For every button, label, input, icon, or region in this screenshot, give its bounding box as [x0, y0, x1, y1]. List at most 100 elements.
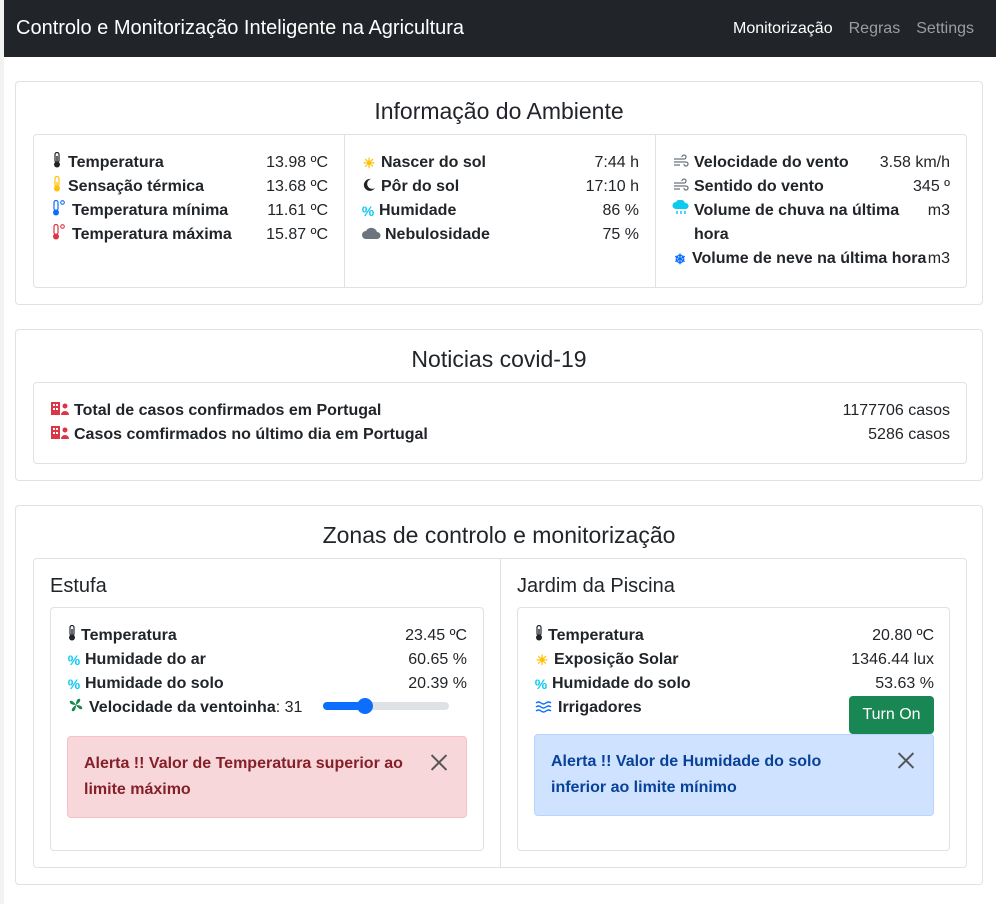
jardim-value-temperature: 20.80 ºC — [872, 627, 934, 644]
nav-settings[interactable]: Settings — [916, 20, 974, 38]
nav-regras[interactable]: Regras — [849, 20, 901, 38]
thermometer-low-icon — [50, 199, 68, 223]
environment-column-sky: ☀ Nascer do sol 7:44 h Pôr do sol 17:10 h… — [344, 135, 655, 287]
env-value-temperature: 13.98 ºC — [266, 154, 328, 171]
estufa-value-fan: : 31 — [275, 699, 303, 716]
zones-grid: Estufa Temperatura 23.45 ºC % Humidade do… — [33, 558, 967, 868]
irrigation-turn-on-button[interactable]: Turn On — [849, 696, 934, 734]
zone-jardim-title: Jardim da Piscina — [517, 575, 675, 597]
fan-icon — [67, 696, 85, 720]
nav-links: Monitorização Regras Settings — [733, 20, 974, 38]
env-row-snow: ❄ Volume de neve na última hora m3 — [672, 247, 950, 271]
estufa-row-soil-humidity: % Humidade do solo 20.39 % — [67, 672, 467, 696]
env-row-cloudiness: Nebulosidade 75 % — [361, 223, 639, 247]
water-icon — [534, 696, 554, 720]
fan-speed-slider[interactable] — [323, 698, 449, 714]
environment-card: Informação do Ambiente Temperatura 13.98… — [15, 81, 983, 305]
covid-label-daily: Casos comfirmados no último dia em Portu… — [74, 426, 428, 443]
thermometer-icon — [50, 151, 64, 175]
thermometer-icon — [534, 624, 544, 648]
thermometer-icon — [67, 624, 77, 648]
estufa-value-air-humidity: 60.65 % — [408, 651, 467, 668]
estufa-label-air-humidity: Humidade do ar — [85, 651, 206, 668]
jardim-label-solar: Exposição Solar — [554, 651, 679, 668]
zone-estufa-panel: Temperatura 23.45 ºC % Humidade do ar 60.… — [50, 607, 484, 851]
env-value-temp-max: 15.87 ºC — [266, 226, 328, 243]
zone-estufa: Estufa Temperatura 23.45 ºC % Humidade do… — [34, 559, 501, 867]
environment-grid: Temperatura 13.98 ºC Sensação térmica 13… — [33, 134, 967, 288]
nav-monitorizacao[interactable]: Monitorização — [733, 20, 833, 38]
env-value-wind-direction: 345 º — [913, 178, 950, 195]
percent-icon: % — [534, 676, 548, 692]
wind-icon — [672, 151, 690, 175]
estufa-row-temperature: Temperatura 23.45 ºC — [67, 624, 467, 648]
wind-icon — [672, 175, 690, 199]
covid-label-total: Total de casos confirmados em Portugal — [74, 402, 382, 419]
env-row-humidity: % Humidade 86 % — [361, 199, 639, 223]
env-value-snow: m3 — [927, 250, 950, 267]
env-row-sunset: Pôr do sol 17:10 h — [361, 175, 639, 199]
covid-value-daily: 5286 casos — [868, 426, 950, 443]
env-value-feels-like: 13.68 ºC — [266, 178, 328, 195]
jardim-label-temperature: Temperatura — [548, 627, 644, 644]
jardim-alert: Alerta !! Valor de Humidade do solo infe… — [534, 734, 934, 816]
env-label-temp-max: Temperatura máxima — [72, 226, 232, 243]
fan-speed-slider-thumb[interactable] — [357, 698, 374, 714]
jardim-alert-text: Alerta !! Valor de Humidade do solo infe… — [551, 753, 822, 796]
estufa-value-soil-humidity: 20.39 % — [408, 675, 467, 692]
close-icon[interactable] — [897, 751, 915, 769]
env-value-temp-min: 11.61 ºC — [267, 202, 328, 219]
zone-jardim: Jardim da Piscina Temperatura 20.80 ºC ☀… — [501, 559, 966, 867]
estufa-row-air-humidity: % Humidade do ar 60.65 % — [67, 648, 467, 672]
env-row-feels-like: Sensação térmica 13.68 ºC — [50, 175, 328, 199]
env-value-sunset: 17:10 h — [585, 178, 639, 195]
zones-card: Zonas de controlo e monitorização Estufa… — [15, 505, 983, 885]
estufa-alert-text: Alerta !! Valor de Temperatura superior … — [84, 755, 403, 798]
env-value-rain: m3 — [927, 202, 950, 219]
percent-icon: % — [67, 676, 81, 692]
env-label-cloudiness: Nebulosidade — [385, 226, 490, 243]
env-label-rain: Volume de chuva na última hora — [694, 202, 900, 243]
env-label-temp-min: Temperatura mínima — [72, 202, 229, 219]
env-row-temp-max: Temperatura máxima 15.87 ºC — [50, 223, 328, 247]
covid-row-daily: Casos comfirmados no último dia em Portu… — [50, 423, 950, 447]
thermometer-high-icon — [50, 223, 68, 247]
estufa-alert: Alerta !! Valor de Temperatura superior … — [67, 736, 467, 818]
env-value-sunrise: 7:44 h — [594, 154, 639, 171]
app-title[interactable]: Controlo e Monitorização Inteligente na … — [16, 17, 464, 40]
env-label-humidity: Humidade — [379, 202, 457, 219]
hospital-icon — [50, 399, 70, 423]
env-row-temperature: Temperatura 13.98 ºC — [50, 151, 328, 175]
env-label-sunset: Pôr do sol — [381, 178, 460, 195]
zones-title: Zonas de controlo e monitorização — [322, 522, 676, 548]
jardim-row-solar: ☀ Exposição Solar 1346.44 lux — [534, 648, 934, 672]
percent-icon: % — [67, 652, 81, 668]
sun-icon: ☀ — [535, 652, 549, 668]
navbar: Controlo e Monitorização Inteligente na … — [4, 0, 996, 57]
env-row-sunrise: ☀ Nascer do sol 7:44 h — [361, 151, 639, 175]
moon-icon — [361, 175, 377, 199]
jardim-label-irrigation: Irrigadores — [558, 699, 642, 716]
env-row-temp-min: Temperatura mínima 11.61 ºC — [50, 199, 328, 223]
env-label-wind-direction: Sentido do vento — [694, 178, 824, 195]
sun-icon: ☀ — [362, 155, 376, 171]
jardim-value-soil-humidity: 53.63 % — [875, 675, 934, 692]
env-value-wind-speed: 3.58 km/h — [879, 154, 950, 171]
env-row-wind-direction: Sentido do vento 345 º — [672, 175, 950, 199]
zone-jardim-panel: Temperatura 20.80 ºC ☀ Exposição Solar 13… — [517, 607, 950, 851]
env-label-feels-like: Sensação térmica — [68, 178, 205, 195]
thermometer-half-icon — [50, 175, 64, 199]
close-icon[interactable] — [430, 753, 448, 771]
covid-title: Noticias covid-19 — [411, 346, 587, 372]
env-label-sunrise: Nascer do sol — [381, 154, 486, 171]
environment-title: Informação do Ambiente — [374, 98, 624, 124]
env-value-cloudiness: 75 % — [602, 226, 639, 243]
covid-card: Noticias covid-19 Total de casos confirm… — [15, 329, 983, 481]
env-row-rain: Volume de chuva na última hora m3 — [672, 199, 950, 247]
estufa-label-soil-humidity: Humidade do solo — [85, 675, 224, 692]
jardim-row-temperature: Temperatura 20.80 ºC — [534, 624, 934, 648]
jardim-row-soil-humidity: % Humidade do solo 53.63 % — [534, 672, 934, 696]
estufa-label-fan: Velocidade da ventoinha — [89, 699, 276, 716]
env-label-temperature: Temperatura — [68, 154, 164, 171]
environment-column-temperature: Temperatura 13.98 ºC Sensação térmica 13… — [34, 135, 344, 287]
